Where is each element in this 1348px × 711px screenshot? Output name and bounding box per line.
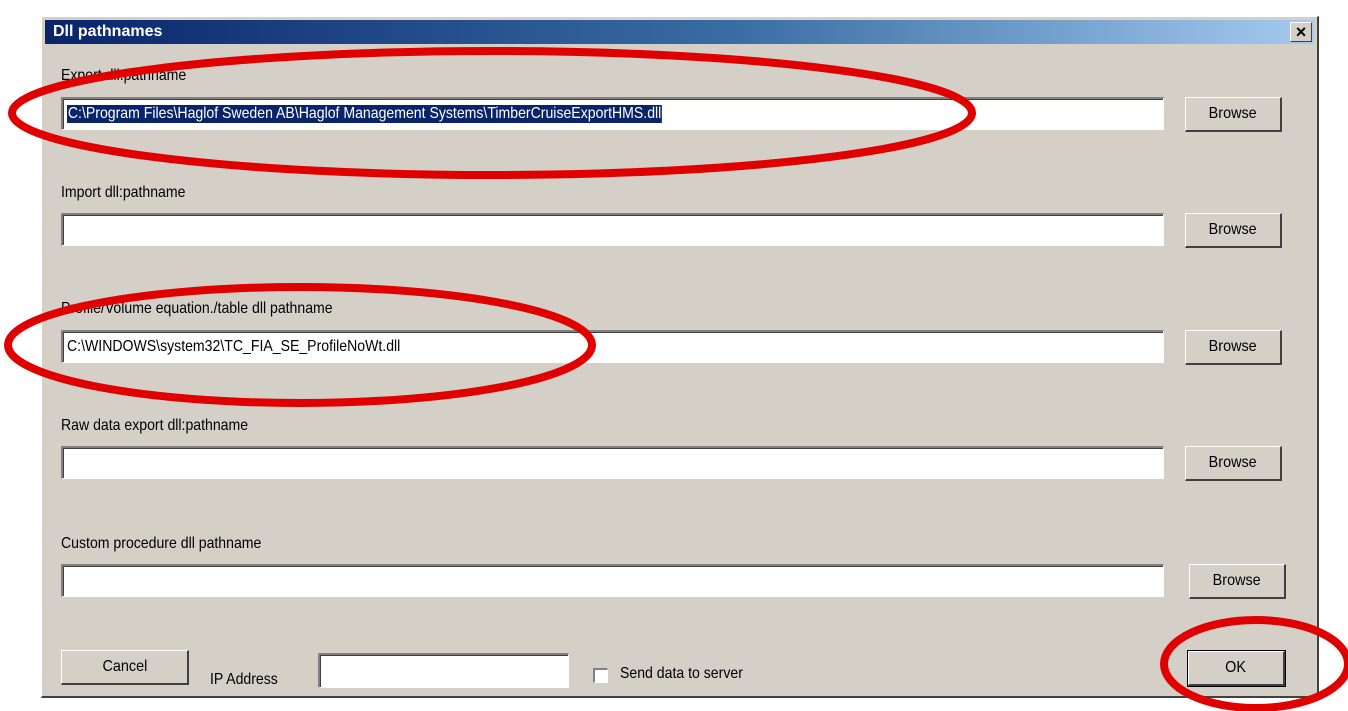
rawdata-browse-label: Browse (1208, 454, 1258, 471)
export-dll-field[interactable]: C:\Program Files\Haglof Sweden AB\Haglof… (61, 97, 1164, 130)
import-browse-button[interactable]: Browse (1185, 213, 1282, 248)
cancel-label: Cancel (102, 658, 147, 675)
rawdata-dll-field[interactable] (61, 446, 1164, 479)
close-button[interactable]: × (1290, 22, 1312, 42)
export-dll-label: Export dll:pathname (61, 67, 187, 84)
send-data-checkbox[interactable] (593, 668, 608, 683)
import-dll-label: Import dll:pathname (61, 184, 186, 201)
custom-browse-button[interactable]: Browse (1189, 564, 1286, 599)
profile-dll-value: C:\WINDOWS\system32\TC_FIA_SE_ProfileNoW… (67, 338, 401, 355)
custom-browse-label: Browse (1212, 572, 1262, 589)
import-browse-label: Browse (1208, 221, 1258, 238)
export-browse-label: Browse (1208, 105, 1258, 122)
profile-dll-field[interactable]: C:\WINDOWS\system32\TC_FIA_SE_ProfileNoW… (61, 330, 1164, 363)
export-browse-button[interactable]: Browse (1185, 97, 1282, 132)
send-data-label: Send data to server (620, 665, 743, 682)
profile-browse-button[interactable]: Browse (1185, 330, 1282, 365)
dialog-title: Dll pathnames (53, 23, 163, 40)
profile-dll-label: Profile/Volume equation./table dll pathn… (61, 300, 333, 317)
custom-dll-field[interactable] (61, 564, 1164, 597)
profile-browse-label: Browse (1208, 338, 1258, 355)
dll-pathnames-dialog: Dll pathnames × Export dll:pathname C:\P… (41, 16, 1319, 698)
ip-address-label: IP Address (210, 671, 278, 688)
cancel-button[interactable]: Cancel (61, 650, 189, 685)
ok-button[interactable]: OK (1187, 650, 1286, 687)
rawdata-dll-label: Raw data export dll:pathname (61, 417, 249, 434)
ip-address-field[interactable] (318, 653, 569, 688)
rawdata-browse-button[interactable]: Browse (1185, 446, 1282, 481)
import-dll-field[interactable] (61, 213, 1164, 246)
close-icon: × (1295, 22, 1307, 42)
title-bar: Dll pathnames × (45, 20, 1314, 44)
ok-label: OK (1225, 659, 1247, 676)
export-dll-value: C:\Program Files\Haglof Sweden AB\Haglof… (67, 105, 663, 123)
custom-dll-label: Custom procedure dll pathname (61, 535, 262, 552)
